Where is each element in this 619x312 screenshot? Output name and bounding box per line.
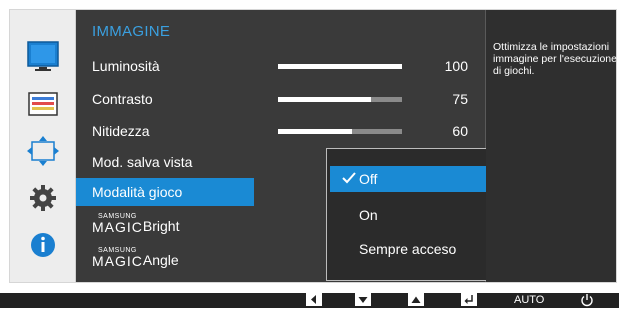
osd-menu-window: IMMAGINE Luminosità 100 Contrasto 75 Nit…	[9, 9, 617, 283]
picture-menu-panel: IMMAGINE Luminosità 100 Contrasto 75 Nit…	[76, 10, 537, 282]
slider-fill	[278, 129, 353, 134]
auto-button[interactable]: AUTO	[514, 294, 544, 306]
brand-big-text: MAGIC	[92, 219, 143, 235]
option-label: Sempre acceso	[359, 241, 457, 257]
magic-bright-label: SAMSUNG MAGIC Bright	[92, 213, 179, 234]
monitor-icon[interactable]	[26, 40, 60, 74]
option-label: On	[359, 207, 378, 223]
down-arrow-icon[interactable]	[355, 293, 371, 306]
color-bars-icon[interactable]	[26, 87, 60, 121]
brightness-slider[interactable]	[278, 64, 402, 69]
menu-item-label: Contrasto	[92, 91, 153, 107]
menu-title: IMMAGINE	[92, 23, 171, 40]
info-icon[interactable]	[26, 228, 60, 262]
samsung-magic-logo: SAMSUNG MAGIC	[92, 247, 143, 268]
menu-item-contrast[interactable]: Contrasto 75	[76, 85, 486, 113]
slider-fill	[278, 97, 371, 102]
sharpness-slider[interactable]	[278, 129, 402, 134]
menu-item-value: 100	[444, 58, 468, 74]
checkmark-icon	[342, 171, 356, 188]
menu-item-label: Nitidezza	[92, 123, 150, 139]
samsung-magic-logo: SAMSUNG MAGIC	[92, 213, 143, 234]
menu-item-label: Angle	[142, 252, 179, 268]
menu-item-label: Luminosità	[92, 58, 160, 74]
enter-icon[interactable]	[461, 293, 477, 306]
menu-item-sharpness[interactable]: Nitidezza 60	[76, 117, 486, 145]
category-sidebar	[10, 10, 76, 282]
menu-item-label: Modalità gioco	[92, 184, 183, 200]
menu-item-brightness[interactable]: Luminosità 100	[76, 52, 486, 80]
option-label: Off	[359, 171, 378, 187]
menu-item-value: 75	[452, 91, 468, 107]
menu-item-label: Mod. salva vista	[92, 154, 193, 170]
control-key-bar: AUTO	[0, 293, 619, 308]
up-arrow-icon[interactable]	[408, 293, 424, 306]
magic-angle-label: SAMSUNG MAGIC Angle	[92, 247, 179, 268]
slider-fill	[278, 64, 402, 69]
menu-item-game-mode[interactable]: Modalità gioco	[76, 178, 254, 206]
brand-big-text: MAGIC	[92, 253, 143, 269]
menu-item-value: 60	[452, 123, 468, 139]
left-arrow-icon[interactable]	[306, 293, 322, 306]
description-text: Ottimizza le impostazioni immagine per l…	[493, 41, 617, 77]
menu-item-label: Bright	[142, 218, 180, 234]
contrast-slider[interactable]	[278, 97, 402, 102]
power-icon[interactable]	[580, 293, 594, 307]
description-panel: Ottimizza le impostazioni immagine per l…	[486, 10, 617, 282]
resize-arrows-icon[interactable]	[26, 134, 60, 168]
gear-icon[interactable]	[26, 181, 60, 215]
